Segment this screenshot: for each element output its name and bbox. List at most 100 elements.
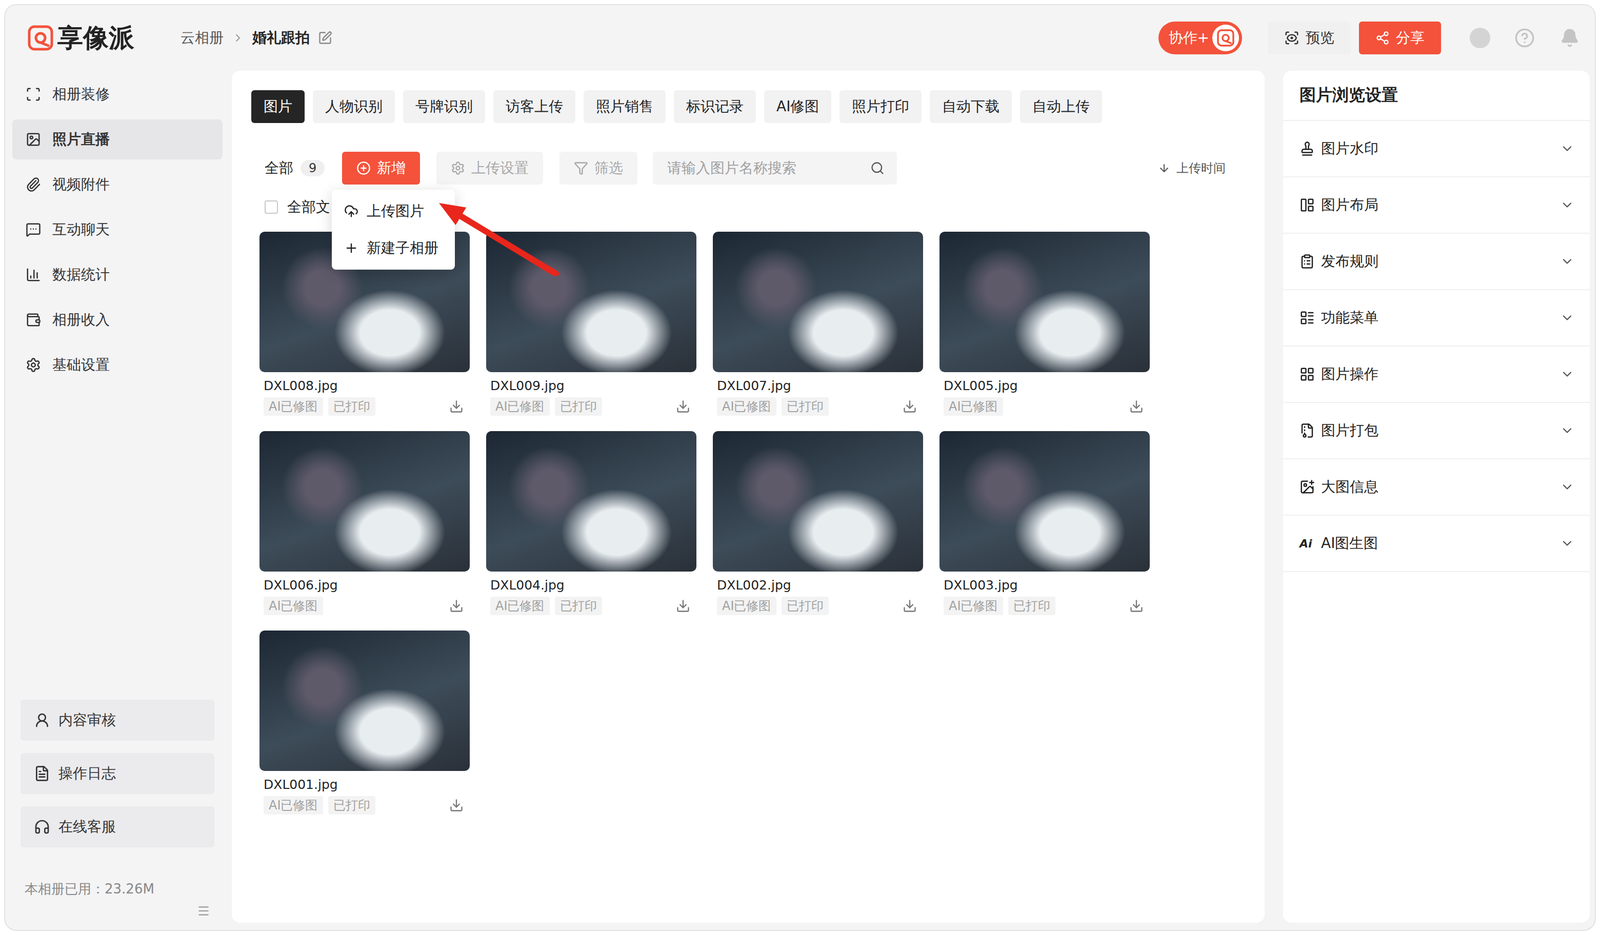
sidebar-item[interactable]: 照片直播: [12, 119, 223, 160]
download-icon: [1129, 598, 1144, 614]
download-button[interactable]: [449, 399, 464, 414]
photo[interactable]: [259, 431, 470, 572]
photo[interactable]: [939, 431, 1150, 572]
menu-item[interactable]: 上传图片: [331, 192, 455, 230]
settings-section[interactable]: 图片操作: [1283, 346, 1590, 404]
share-button[interactable]: 分享: [1358, 21, 1442, 55]
notification-button[interactable]: [1558, 27, 1581, 49]
photo-card[interactable]: DXL004.jpgAI已修图已打印: [486, 431, 697, 616]
chevron-right-icon: [231, 31, 245, 45]
photo[interactable]: [712, 231, 924, 373]
sidebar-bottom-button[interactable]: 内容审核: [20, 700, 215, 742]
collab-button[interactable]: 协作+: [1158, 21, 1243, 55]
download-button[interactable]: [902, 598, 917, 614]
download-button[interactable]: [1129, 399, 1144, 414]
photo-name: DXL008.jpg: [259, 378, 470, 394]
tab[interactable]: 标识记录: [673, 90, 756, 124]
photo-tag: AI已修图: [263, 796, 324, 815]
download-button[interactable]: [449, 598, 464, 614]
sidebar-item[interactable]: 互动聊天: [12, 209, 223, 250]
logo-text: 享像派: [57, 21, 135, 56]
sidebar-bottom-icon: [33, 818, 51, 836]
logo-icon: [27, 25, 54, 51]
settings-section[interactable]: 功能菜单: [1283, 290, 1590, 347]
breadcrumb-item[interactable]: 云相册: [180, 28, 224, 48]
photo-card[interactable]: DXL009.jpgAI已修图已打印: [486, 231, 697, 416]
photo-card[interactable]: DXL006.jpgAI已修图: [259, 431, 470, 616]
sidebar-item[interactable]: 基础设置: [12, 345, 223, 386]
sort-button[interactable]: 上传时间: [1154, 159, 1229, 177]
tab[interactable]: 照片打印: [839, 90, 922, 124]
edit-icon[interactable]: [317, 30, 333, 46]
settings-section[interactable]: AiAI图生图: [1283, 515, 1590, 573]
upload-settings-button[interactable]: 上传设置: [436, 151, 544, 185]
help-icon: [1514, 27, 1535, 49]
download-button[interactable]: [902, 399, 917, 414]
tab[interactable]: 人物识别: [312, 90, 395, 124]
new-dropdown: 新增上传图片新建子相册: [342, 151, 420, 185]
sidebar-bottom-button[interactable]: 操作日志: [20, 753, 215, 795]
sidebar-item-icon: [25, 222, 42, 238]
tab[interactable]: 自动下载: [929, 90, 1012, 124]
download-button[interactable]: [1129, 598, 1144, 614]
photo[interactable]: [712, 431, 924, 572]
logo[interactable]: 享像派: [27, 21, 135, 56]
chevron-down-icon: [1560, 197, 1575, 213]
photo-grid: DXL008.jpgAI已修图已打印DXL009.jpgAI已修图已打印DXL0…: [251, 231, 1246, 815]
photo[interactable]: [486, 431, 697, 572]
photo-tag: AI已修图: [716, 397, 777, 416]
select-all-label[interactable]: 全部文: [287, 197, 331, 217]
sidebar-item[interactable]: 数据统计: [12, 254, 223, 295]
sidebar-item[interactable]: 相册装修: [12, 74, 223, 115]
storage-usage: 本相册已用：23.26M: [12, 880, 223, 899]
photo-tags: AI已修图已打印: [712, 596, 924, 616]
settings-section[interactable]: 图片布局: [1283, 177, 1590, 234]
photo-name: DXL006.jpg: [259, 577, 470, 593]
photo[interactable]: [939, 231, 1150, 373]
photo-tag: AI已修图: [943, 596, 1004, 616]
settings-section[interactable]: 图片水印: [1283, 121, 1590, 178]
select-all-checkbox[interactable]: [264, 200, 278, 214]
photo-card[interactable]: DXL002.jpgAI已修图已打印: [712, 431, 924, 616]
settings-section-icon: [1299, 197, 1315, 213]
collapse-icon[interactable]: [196, 904, 211, 918]
chevron-down-icon: [1560, 310, 1575, 326]
photo-card[interactable]: DXL005.jpgAI已修图: [939, 231, 1150, 416]
page: 享像派 云相册婚礼跟拍 协作+ 预览分享相册装修照片直播视频附件互动聊天数据统计相册收…: [0, 0, 1600, 935]
tab[interactable]: 访客上传: [493, 90, 576, 124]
settings-section[interactable]: 大图信息: [1283, 459, 1590, 516]
photo-tag: AI已修图: [490, 397, 550, 416]
download-button[interactable]: [675, 399, 691, 414]
sidebar-item[interactable]: 视频附件: [12, 164, 223, 205]
photo-name: DXL003.jpg: [939, 577, 1150, 593]
menu-item[interactable]: 新建子相册: [331, 229, 455, 267]
breadcrumb: 云相册婚礼跟拍: [180, 28, 333, 48]
photo-tags: AI已修图已打印: [712, 397, 924, 416]
tab[interactable]: 图片: [251, 90, 305, 124]
search-field[interactable]: 请输入图片名称搜索: [652, 151, 897, 185]
photo[interactable]: [259, 630, 470, 772]
filter-button[interactable]: 筛选: [559, 151, 638, 185]
help-button[interactable]: [1513, 27, 1536, 49]
preview-button[interactable]: 预览: [1267, 21, 1351, 55]
sidebar-item[interactable]: 相册收入: [12, 300, 223, 340]
photo-card[interactable]: DXL001.jpgAI已修图已打印: [259, 630, 470, 815]
user-avatar[interactable]: [1469, 27, 1491, 49]
photo-tags: AI已修图: [939, 397, 1150, 416]
settings-section[interactable]: 发布规则: [1283, 233, 1590, 291]
photo-tag: 已打印: [328, 796, 376, 815]
tab[interactable]: 自动上传: [1020, 90, 1103, 124]
chevron-down-icon: [1560, 423, 1575, 438]
sidebar-bottom-button[interactable]: 在线客服: [20, 806, 215, 848]
photo-card[interactable]: DXL003.jpgAI已修图已打印: [939, 431, 1150, 616]
tab[interactable]: 照片销售: [583, 90, 666, 124]
all-label[interactable]: 全部: [264, 158, 294, 178]
sidebar-bottom-icon: [33, 712, 51, 729]
new-button[interactable]: 新增: [342, 151, 420, 185]
photo-card[interactable]: DXL007.jpgAI已修图已打印: [712, 231, 924, 416]
download-button[interactable]: [675, 598, 691, 614]
tab[interactable]: AI修图: [764, 90, 832, 124]
tab[interactable]: 号牌识别: [403, 90, 486, 124]
download-button[interactable]: [449, 798, 464, 813]
settings-section[interactable]: 图片打包: [1283, 403, 1590, 460]
